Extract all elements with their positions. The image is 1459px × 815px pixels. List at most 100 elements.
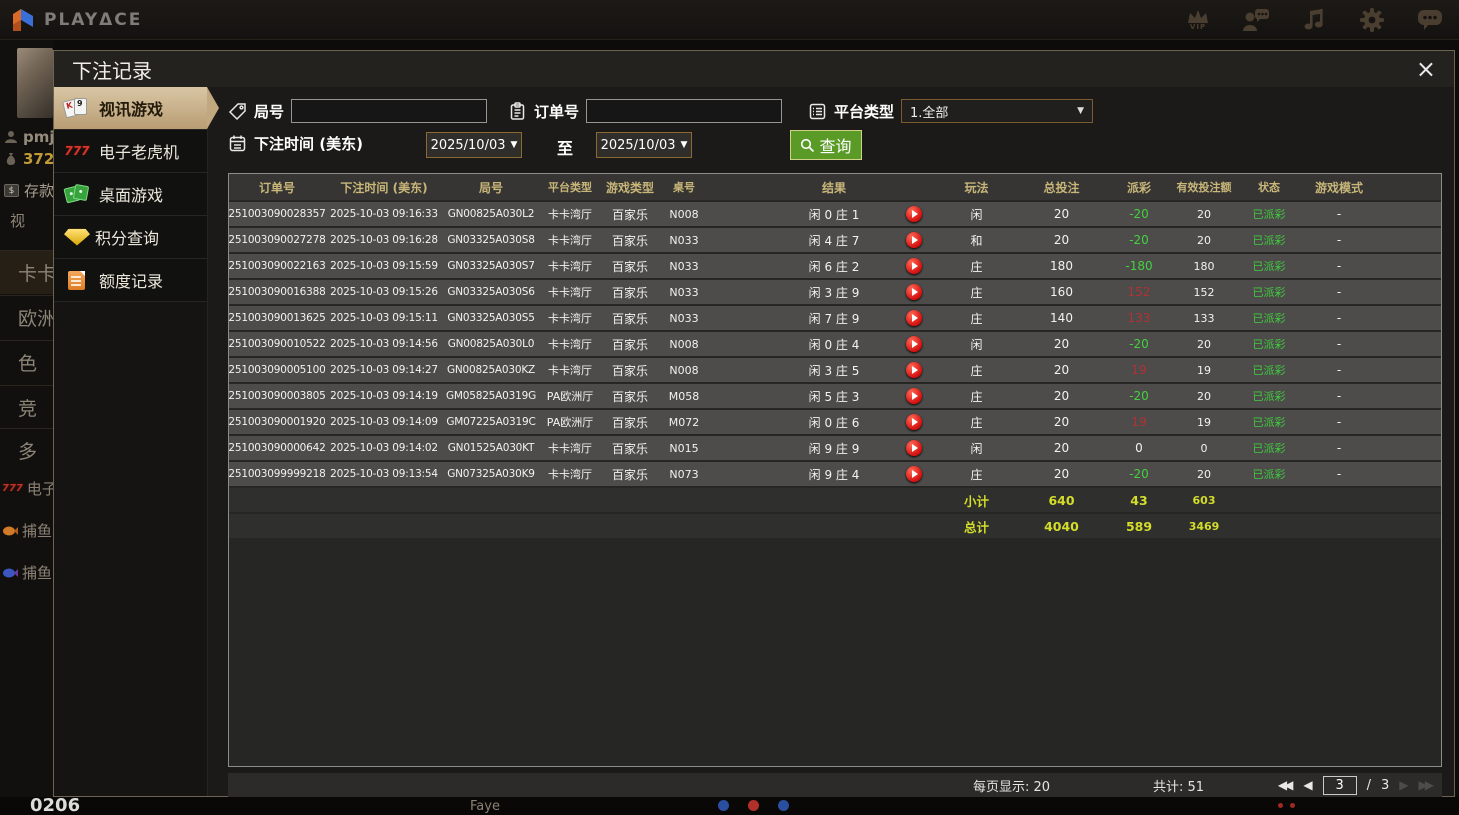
to-label: 至 xyxy=(557,139,574,158)
cell: - xyxy=(1336,415,1342,429)
table-row: 251003090022163 2025-10-03 09:15:59 GN0332… xyxy=(229,252,1441,278)
cell: N008 xyxy=(669,207,699,221)
replay-button[interactable] xyxy=(906,388,922,404)
date-from-select[interactable]: 2025/10/03 ▼ xyxy=(426,132,522,158)
round-label: 局号 xyxy=(254,102,285,121)
sidebar-item-points[interactable]: 积分查询 xyxy=(54,216,207,259)
cell: - xyxy=(1336,337,1342,351)
replay-button[interactable] xyxy=(906,310,922,326)
sidebar-item-label: 电子老虎机 xyxy=(99,143,180,162)
cell: 20 xyxy=(1197,207,1211,221)
order-input[interactable] xyxy=(586,99,783,123)
chip-dot xyxy=(1278,803,1283,808)
dialog-sidebar: K 9 视讯游戏 777 电子老虎机 桌面游戏 积分查询 额度记录 xyxy=(54,87,208,796)
prev-page-button[interactable]: ◀ xyxy=(1303,778,1312,792)
cell: 闲 5 庄 3 xyxy=(808,389,860,404)
cell: 已派彩 xyxy=(1252,338,1286,351)
screen: PLAYΔCE VIP pmj 372 $ 存款 视 卡卡 欧洲 色 竞 多 7… xyxy=(0,0,1459,815)
cell: 已派彩 xyxy=(1252,468,1286,481)
platform-select[interactable]: 1.全部 ▼ xyxy=(901,99,1094,123)
replay-button[interactable] xyxy=(906,258,922,274)
money-bag-icon xyxy=(6,153,16,165)
cell: 百家乐 xyxy=(611,233,648,248)
cell: 百家乐 xyxy=(611,285,648,300)
cell xyxy=(1379,254,1441,278)
balance-row: 3721 xyxy=(4,150,53,168)
cell: N033 xyxy=(669,233,699,247)
cell: 闲 6 庄 2 xyxy=(808,259,860,274)
first-page-button[interactable]: ◀◀ xyxy=(1278,778,1294,792)
cell: 180 xyxy=(1050,259,1073,273)
close-icon[interactable]: × xyxy=(1416,57,1436,81)
replay-button[interactable] xyxy=(906,362,922,378)
search-button[interactable]: 查询 xyxy=(790,130,862,160)
sidebar-item-label: 视讯游戏 xyxy=(99,100,164,119)
replay-button[interactable] xyxy=(906,440,922,456)
replay-button[interactable] xyxy=(906,336,922,352)
header-cell xyxy=(1379,174,1441,200)
cell: 251003090005100 xyxy=(229,364,325,376)
per-page-label: 每页显示: 20 xyxy=(973,779,1051,795)
cell: 4040 xyxy=(1044,518,1079,534)
lobby-nav-item: 欧洲 xyxy=(0,295,53,339)
platform-label: 平台类型 xyxy=(834,102,895,121)
dialog-titlebar: 下注记录 × xyxy=(54,51,1454,87)
cards-icon: K 9 xyxy=(62,97,90,119)
cell: 闲 9 庄 9 xyxy=(808,441,860,456)
table-row: 251003090003805 2025-10-03 09:14:19 GM0582… xyxy=(229,382,1441,408)
messages-icon[interactable] xyxy=(1415,4,1445,36)
sidebar-item-table-games[interactable]: 桌面游戏 xyxy=(54,173,207,216)
table-row: 251003090027278 2025-10-03 09:16:28 GN0332… xyxy=(229,226,1441,252)
chevron-down-icon: ▼ xyxy=(510,140,518,150)
page-total: 3 xyxy=(1381,777,1390,793)
round-input[interactable] xyxy=(291,99,488,123)
cell: 闲 xyxy=(970,441,983,456)
cell xyxy=(1239,488,1299,512)
cell xyxy=(1379,358,1441,382)
cell: 闲 4 庄 7 xyxy=(808,233,860,248)
cell xyxy=(443,488,539,512)
cell: N033 xyxy=(669,311,699,325)
lobby-nav-item: 卡卡 xyxy=(0,250,53,294)
playace-logo-icon xyxy=(13,9,33,31)
replay-button[interactable] xyxy=(906,284,922,300)
replay-cell xyxy=(889,306,939,330)
vip-icon[interactable]: VIP xyxy=(1183,4,1213,36)
play-icon xyxy=(912,340,918,348)
sidebar-item-video-games[interactable]: K 9 视讯游戏 xyxy=(54,87,207,130)
replay-cell xyxy=(889,358,939,382)
gear-icon[interactable] xyxy=(1357,4,1387,36)
replay-button[interactable] xyxy=(906,466,922,482)
cell xyxy=(443,514,539,538)
cell: 251003090016388 xyxy=(229,286,325,298)
slot-777-icon: 777 xyxy=(2,483,23,494)
cell: GN03325A030S8 xyxy=(447,234,535,246)
cell: 2025-10-03 09:14:09 xyxy=(330,416,438,428)
replay-button[interactable] xyxy=(906,206,922,222)
order-filter: 订单号 xyxy=(508,99,783,123)
next-page-button[interactable]: ▶ xyxy=(1399,778,1408,792)
customer-service-icon[interactable] xyxy=(1241,4,1271,36)
cell: - xyxy=(1336,285,1342,299)
sidebar-item-slots[interactable]: 777 电子老虎机 xyxy=(54,130,207,173)
cell: 20 xyxy=(1053,337,1070,351)
topbar-icons: VIP xyxy=(1183,3,1445,37)
replay-button[interactable] xyxy=(906,414,922,430)
replay-button[interactable] xyxy=(906,232,922,248)
cell xyxy=(601,488,659,512)
cell: 251003090003805 xyxy=(229,390,325,402)
cell: 251003099999218 xyxy=(229,468,325,480)
play-icon xyxy=(912,236,918,244)
cell: 2025-10-03 09:14:27 xyxy=(330,364,438,376)
cell: 卡卡湾厅 xyxy=(548,286,592,299)
sidebar-item-label: 额度记录 xyxy=(99,272,164,291)
date-to-select[interactable]: 2025/10/03 ▼ xyxy=(596,132,692,158)
cell xyxy=(229,488,325,512)
last-page-button[interactable]: ▶▶ xyxy=(1419,778,1435,792)
page-input[interactable]: 3 xyxy=(1322,775,1357,795)
cell: 2025-10-03 09:16:28 xyxy=(330,234,438,246)
music-icon[interactable] xyxy=(1299,4,1329,36)
sidebar-item-credit-records[interactable]: 额度记录 xyxy=(54,259,207,302)
cell: 2025-10-03 09:15:59 xyxy=(330,260,438,272)
header-cell xyxy=(889,174,939,200)
